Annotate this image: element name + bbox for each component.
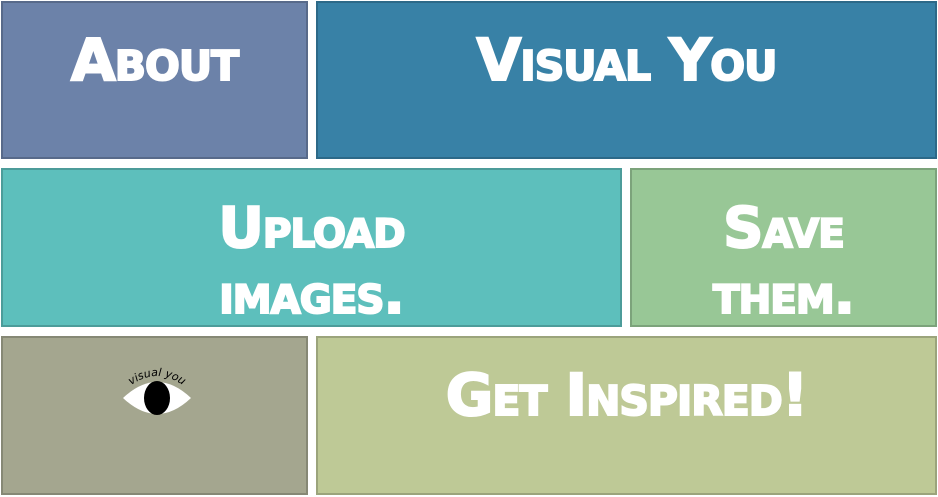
visual-you-label: Visual You <box>476 26 779 94</box>
about-label: About <box>70 26 240 94</box>
about-tile[interactable]: About <box>1 1 308 159</box>
upload-images-label: Upload images. <box>217 195 406 328</box>
visual-you-tile[interactable]: Visual You <box>316 1 937 159</box>
upload-images-tile[interactable]: Upload images. <box>1 168 622 328</box>
save-them-tile[interactable]: Save them. <box>630 168 937 328</box>
eye-logo-icon: visual you <box>119 360 195 424</box>
save-line-2: them. <box>712 261 856 328</box>
get-inspired-label: Get Inspired! <box>445 361 810 429</box>
get-inspired-tile[interactable]: Get Inspired! <box>316 336 937 495</box>
save-them-label: Save them. <box>712 195 856 328</box>
logo-tile[interactable]: visual you <box>1 336 308 495</box>
save-line-1: Save <box>722 195 846 262</box>
upload-line-1: Upload <box>217 195 406 262</box>
upload-line-2: images. <box>218 261 406 328</box>
